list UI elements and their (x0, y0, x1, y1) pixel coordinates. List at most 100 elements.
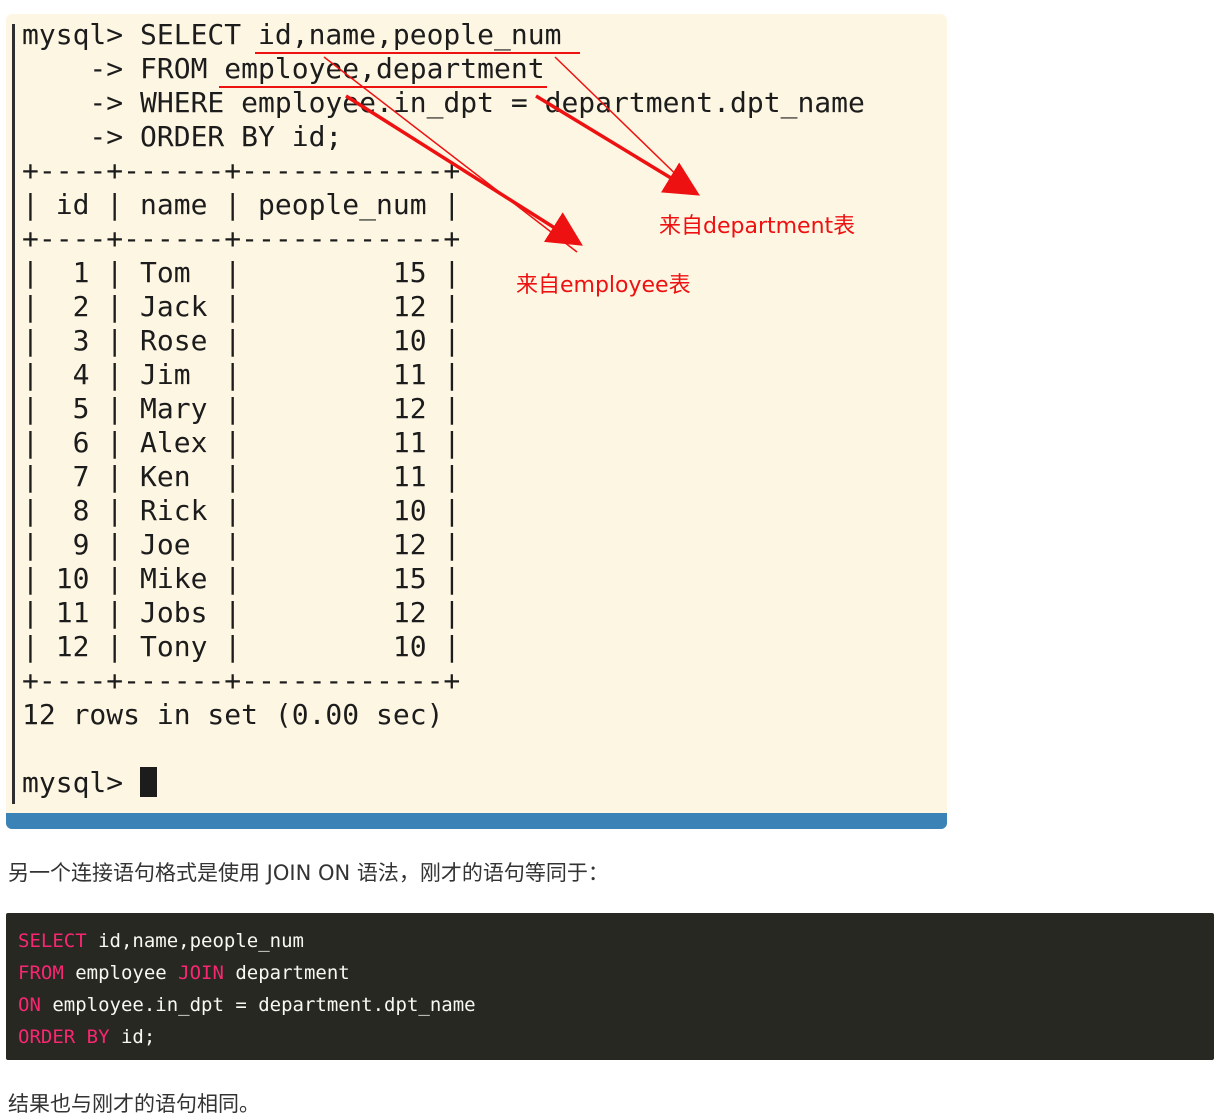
table-separator: | (426, 630, 461, 663)
cell-name: Mike (140, 562, 208, 595)
sql-line-2: -> FROM employee,department (22, 52, 545, 85)
cell-people-num: 11 (258, 460, 427, 493)
table-separator: | (22, 630, 56, 663)
table-separator: | (89, 358, 141, 391)
cell-id: 12 (55, 630, 90, 663)
table-separator: | (89, 426, 141, 459)
table-separator: | (207, 392, 259, 425)
cell-id: 3 (55, 324, 90, 357)
table-separator: | (89, 562, 141, 595)
table-separator: | (207, 358, 259, 391)
table-separator: | (22, 494, 56, 527)
table-separator: | (426, 358, 461, 391)
code-keyword: ON (18, 994, 41, 1016)
cell-people-num: 12 (258, 290, 427, 323)
table-row: | 1 | Tom | 15 | (22, 256, 460, 289)
table-separator: | (426, 494, 461, 527)
code-text: id,name,people_num (86, 930, 304, 952)
cursor-block (140, 767, 158, 797)
table-separator: | (22, 392, 56, 425)
cell-id: 10 (55, 562, 90, 595)
table-separator: | (426, 562, 461, 595)
result-summary: 12 rows in set (0.00 sec) (22, 698, 444, 731)
code-text: employee (63, 962, 179, 984)
table-separator: | (207, 630, 259, 663)
table-separator: | (426, 256, 461, 289)
sql-line-4: -> ORDER BY id; (22, 120, 343, 153)
code-keyword: ORDER BY (18, 1026, 110, 1048)
table-separator: | (22, 562, 56, 595)
table-separator: | (207, 324, 259, 357)
code-content: SELECT id,name,people_num FROM employee … (18, 925, 476, 1053)
table-separator: | (22, 596, 56, 629)
table-separator: | (426, 392, 461, 425)
table-separator: | (22, 290, 56, 323)
table-separator: | (207, 494, 259, 527)
table-row: | 10 | Mike | 15 | (22, 562, 460, 595)
cell-name: Rose (140, 324, 208, 357)
table-border-mid: +----+------+------------+ (22, 222, 461, 255)
cell-id: 8 (55, 494, 90, 527)
mysql-terminal-screenshot: mysql> SELECT id,name,people_num -> FROM… (6, 14, 947, 829)
code-line: SELECT id,name,people_num (18, 930, 304, 952)
code-text: department (223, 962, 350, 984)
table-separator: | (207, 596, 259, 629)
table-separator: | (22, 460, 56, 493)
annotation-from-employee: 来自employee表 (516, 273, 691, 298)
cell-id: 9 (55, 528, 90, 561)
cell-name: Jack (140, 290, 208, 323)
code-keyword: SELECT (18, 930, 87, 952)
paragraph-result: 结果也与刚才的语句相同。 (8, 1092, 260, 1115)
table-row: | 9 | Joe | 12 | (22, 528, 460, 561)
code-line: ON employee.in_dpt = department.dpt_name (18, 994, 476, 1016)
cell-name: Tom (140, 256, 208, 289)
table-separator: | (426, 290, 461, 323)
cell-name: Tony (140, 630, 208, 663)
table-separator: | (89, 494, 141, 527)
cell-people-num: 10 (258, 494, 427, 527)
cell-people-num: 10 (258, 630, 427, 663)
cell-name: Jim (140, 358, 208, 391)
cell-id: 5 (55, 392, 90, 425)
table-row: | 3 | Rose | 10 | (22, 324, 460, 357)
cell-name: Alex (140, 426, 208, 459)
paragraph-intro: 另一个连接语句格式是使用 JOIN ON 语法，刚才的语句等同于： (8, 861, 609, 885)
table-separator: | (426, 460, 461, 493)
table-separator: | (207, 562, 259, 595)
table-row: | 11 | Jobs | 12 | (22, 596, 460, 629)
article-page: mysql> SELECT id,name,people_num -> FROM… (0, 0, 1220, 1115)
annotation-from-department: 来自department表 (659, 214, 856, 239)
table-border-top: +----+------+------------+ (22, 154, 461, 187)
table-header: | id | name | people_num | (22, 188, 461, 221)
table-row: | 2 | Jack | 12 | (22, 290, 460, 323)
table-separator: | (89, 596, 141, 629)
cell-name: Joe (140, 528, 208, 561)
sql-line-1: mysql> SELECT id,name,people_num (22, 18, 562, 51)
cell-people-num: 12 (258, 596, 427, 629)
table-separator: | (207, 256, 259, 289)
code-line: FROM employee JOIN department (18, 962, 350, 984)
cell-id: 6 (55, 426, 90, 459)
table-rows: | 1 | Tom | 15 | | 2 | Jack | 12 | | 3 |… (22, 256, 460, 663)
table-separator: | (207, 528, 259, 561)
mysql-prompt: mysql> (22, 766, 141, 799)
table-separator: | (89, 528, 141, 561)
table-separator: | (89, 630, 141, 663)
table-separator: | (89, 290, 141, 323)
terminal-output: mysql> SELECT id,name,people_num -> FROM… (22, 18, 865, 800)
table-row: | 12 | Tony | 10 | (22, 630, 460, 663)
code-text: employee.in_dpt = department.dpt_name (40, 994, 476, 1016)
cell-name: Rick (140, 494, 208, 527)
table-separator: | (22, 358, 56, 391)
cell-id: 2 (55, 290, 90, 323)
code-text: id; (109, 1026, 156, 1048)
cell-people-num: 15 (258, 256, 427, 289)
table-separator: | (89, 392, 141, 425)
table-separator: | (22, 528, 56, 561)
sql-line-3: -> WHERE employee.in_dpt = department.dp… (22, 86, 865, 119)
cell-id: 4 (55, 358, 90, 391)
table-separator: | (22, 256, 56, 289)
cell-people-num: 11 (258, 358, 427, 391)
table-separator: | (426, 426, 461, 459)
table-row: | 8 | Rick | 10 | (22, 494, 460, 527)
